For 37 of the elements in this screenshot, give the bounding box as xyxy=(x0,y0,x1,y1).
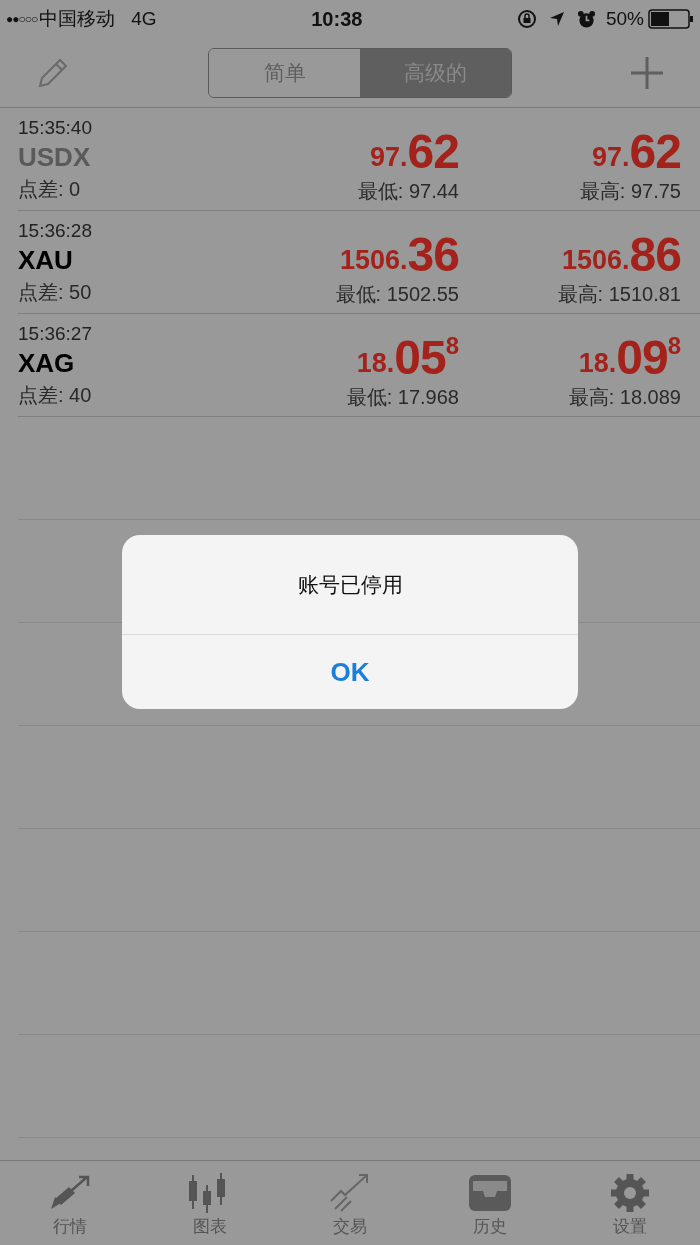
symbol-name[interactable]: XAG xyxy=(18,346,209,380)
low-price: 最低: 1502.55 xyxy=(335,282,459,307)
location-arrow-icon xyxy=(549,11,565,27)
symbol-name[interactable]: USDX xyxy=(18,140,209,174)
battery-percentage: 50% xyxy=(606,6,644,31)
alarm-clock-icon xyxy=(577,9,596,29)
network-type: 4G xyxy=(131,6,157,31)
add-icon[interactable] xyxy=(630,55,664,90)
high-price: 最高: 18.089 xyxy=(568,385,681,410)
clock: 10:38 xyxy=(311,7,363,32)
tab-bar-item[interactable]: 历史 xyxy=(420,1161,560,1245)
high-price: 最高: 97.75 xyxy=(579,179,681,204)
bid-price: 97.62 xyxy=(370,128,459,176)
battery-icon xyxy=(648,9,694,29)
bid-price: 1506.36 xyxy=(340,231,459,279)
alert-message: 账号已停用 xyxy=(297,571,403,598)
ok-button[interactable]: OK xyxy=(122,635,578,709)
quote-time: 15:36:28 xyxy=(18,219,93,243)
tab-bar-item[interactable]: 行情 xyxy=(0,1161,140,1245)
quote-time: 15:35:40 xyxy=(18,116,93,140)
quote-time: 15:36:27 xyxy=(18,322,93,346)
spread-label: 点差: 50 xyxy=(18,280,93,305)
ask-price: 1506.86 xyxy=(562,231,681,279)
tab-bar-item[interactable]: 图表 xyxy=(140,1161,280,1245)
rotation-lock-icon xyxy=(517,9,537,29)
low-price: 最低: 97.44 xyxy=(357,179,459,204)
low-price: 最低: 17.968 xyxy=(346,385,459,410)
ask-price: 97.62 xyxy=(592,128,681,176)
tab-bar-item[interactable]: 交易 xyxy=(280,1161,420,1245)
inbox-icon xyxy=(467,1173,513,1213)
high-price: 最高: 1510.81 xyxy=(557,282,681,307)
carrier-name: 中国移动 xyxy=(39,6,116,31)
symbol-name[interactable]: XAU xyxy=(18,243,209,277)
spread-label: 点差: 40 xyxy=(18,383,93,408)
signal-strength: ●●○○○ xyxy=(6,11,38,28)
tab-bar-item[interactable]: 设置 xyxy=(560,1161,700,1245)
spread-label: 点差: 0 xyxy=(18,177,82,202)
